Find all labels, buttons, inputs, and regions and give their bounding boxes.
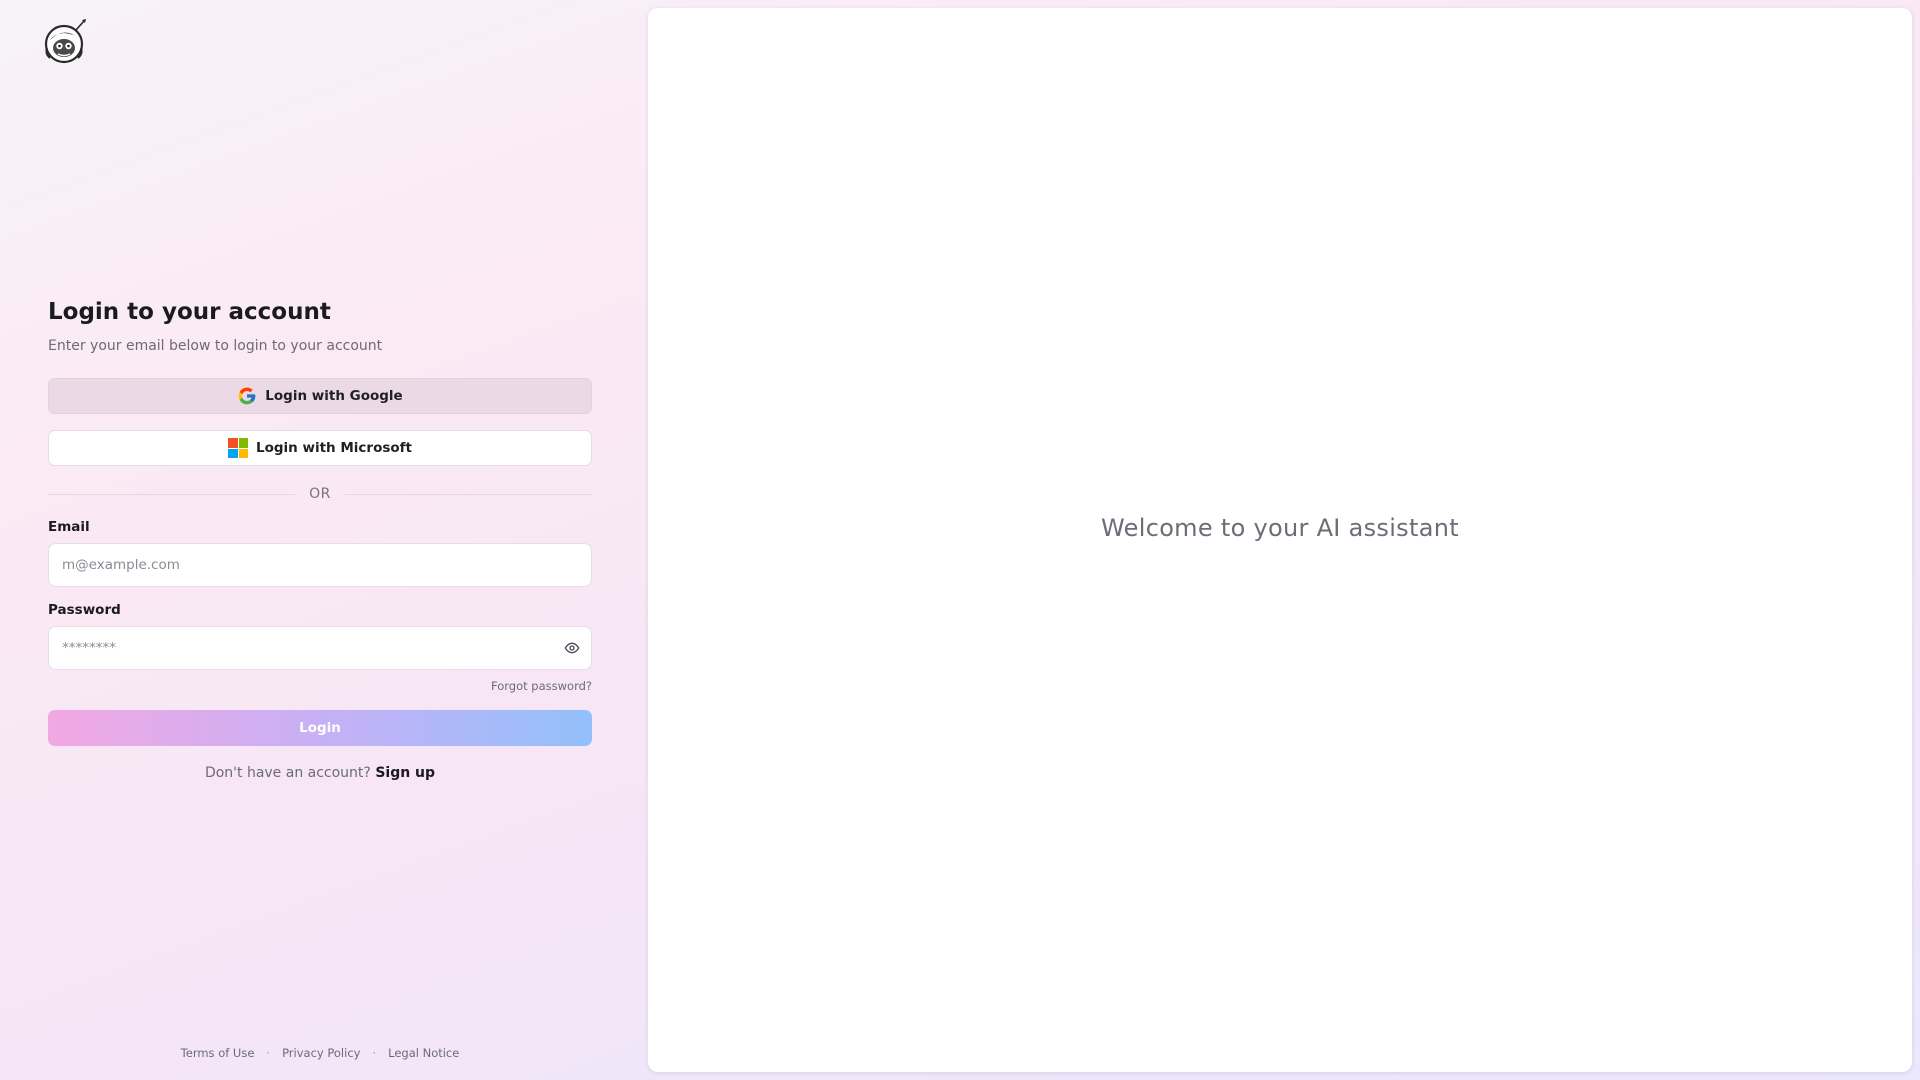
welcome-message: Welcome to your AI assistant: [1101, 514, 1459, 542]
login-with-microsoft-button[interactable]: Login with Microsoft: [48, 430, 592, 466]
login-form: Login to your account Enter your email b…: [48, 296, 592, 783]
footer-links: Terms of Use · Privacy Policy · Legal No…: [0, 1046, 640, 1060]
footer-separator: ·: [266, 1046, 271, 1060]
page-title: Login to your account: [48, 299, 331, 325]
email-label: Email: [48, 519, 90, 535]
password-input[interactable]: [48, 626, 592, 670]
astronaut-logo-icon: [44, 18, 88, 64]
legal-notice-link[interactable]: Legal Notice: [388, 1046, 459, 1060]
page-subtitle: Enter your email below to login to your …: [48, 338, 383, 354]
welcome-panel: Welcome to your AI assistant: [648, 8, 1912, 1072]
privacy-policy-link[interactable]: Privacy Policy: [282, 1046, 360, 1060]
sign-up-link[interactable]: Sign up: [375, 765, 435, 781]
email-input[interactable]: [48, 543, 592, 587]
password-field-wrapper: [48, 626, 592, 670]
microsoft-icon: [228, 438, 248, 458]
footer-separator: ·: [372, 1046, 377, 1060]
signup-prompt: Don't have an account?: [204, 765, 371, 781]
or-divider: OR: [48, 484, 592, 504]
email-field-wrapper: [48, 543, 592, 587]
signup-row: Don't have an account? Sign up: [48, 763, 592, 783]
divider-line-right: [344, 493, 592, 495]
google-icon: [237, 386, 257, 406]
login-submit-button[interactable]: Login: [48, 710, 592, 746]
login-with-google-label: Login with Google: [265, 388, 403, 404]
divider-text: OR: [309, 486, 331, 502]
terms-of-use-link[interactable]: Terms of Use: [181, 1046, 255, 1060]
forgot-password-link[interactable]: Forgot password?: [48, 678, 592, 694]
eye-icon[interactable]: [562, 638, 582, 658]
password-label: Password: [48, 602, 121, 618]
login-panel: Login to your account Enter your email b…: [0, 0, 648, 1080]
divider-line-left: [48, 493, 296, 495]
login-with-microsoft-label: Login with Microsoft: [256, 440, 412, 456]
login-with-google-button[interactable]: Login with Google: [48, 378, 592, 414]
